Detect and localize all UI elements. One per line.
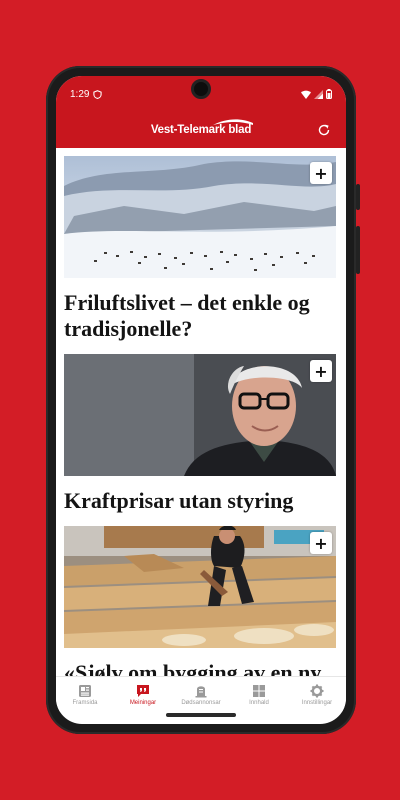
nav-item-dodsannonsar[interactable]: Dødsannonsar bbox=[172, 677, 230, 712]
cell-signal-icon bbox=[314, 89, 323, 99]
status-bar: 1:29 bbox=[56, 76, 346, 112]
volume-button bbox=[356, 184, 360, 210]
snowy-mountain-reindeer-photo bbox=[64, 156, 336, 278]
article-image-carpenter[interactable]: + bbox=[64, 526, 336, 648]
carpenter-timber-workshop-photo bbox=[64, 526, 336, 648]
grid-icon bbox=[253, 684, 265, 697]
nav-item-meiningar[interactable]: Meiningar bbox=[114, 677, 172, 712]
article-headline[interactable]: Kraftprisar utan styring bbox=[64, 488, 336, 514]
logo-swoosh-icon bbox=[213, 119, 254, 125]
article-card[interactable]: + «Sjølv om bygging av en ny bbox=[64, 526, 336, 676]
front-camera bbox=[191, 79, 211, 99]
refresh-button[interactable] bbox=[314, 120, 334, 140]
nav-item-innhald[interactable]: Innhald bbox=[230, 677, 288, 712]
app-logo[interactable]: Vest-Telemark blad bbox=[151, 119, 254, 136]
home-indicator[interactable] bbox=[166, 713, 236, 717]
nav-label: Meiningar bbox=[129, 699, 157, 706]
nav-item-framsida[interactable]: Framsida bbox=[56, 677, 114, 712]
nav-label: Dødsannonsar bbox=[181, 699, 221, 706]
bottom-navigation: Framsida Meiningar Dødsannonsar Innhald … bbox=[56, 676, 346, 712]
article-image-portrait[interactable]: + bbox=[64, 354, 336, 476]
article-headline[interactable]: «Sjølv om bygging av en ny bbox=[64, 660, 336, 676]
add-to-list-button[interactable]: + bbox=[310, 532, 332, 554]
phone-screen: 1:29 Vest-Telemark blad + Friluftslivet … bbox=[56, 76, 346, 724]
article-feed[interactable]: + Friluftslivet – det enkle og tradisjon… bbox=[56, 148, 346, 676]
vpn-shield-icon bbox=[93, 89, 103, 99]
article-card[interactable]: + Friluftslivet – det enkle og tradisjon… bbox=[64, 156, 336, 342]
nav-label: Framsida bbox=[72, 699, 98, 706]
article-headline[interactable]: Friluftslivet – det enkle og tradisjonel… bbox=[64, 290, 336, 342]
portrait-man-glasses-photo bbox=[64, 354, 336, 476]
phone-frame: 1:29 Vest-Telemark blad + Friluftslivet … bbox=[46, 66, 360, 734]
power-button bbox=[356, 226, 360, 274]
newspaper-icon bbox=[79, 684, 91, 697]
article-card[interactable]: + Kraftprisar utan styring bbox=[64, 354, 336, 514]
battery-icon bbox=[326, 89, 332, 99]
wifi-icon bbox=[301, 90, 311, 99]
quote-bubble-icon bbox=[137, 684, 149, 697]
app-header: Vest-Telemark blad bbox=[56, 112, 346, 148]
add-to-list-button[interactable]: + bbox=[310, 360, 332, 382]
gear-icon bbox=[310, 684, 324, 697]
article-image-mountain[interactable]: + bbox=[64, 156, 336, 278]
nav-item-innstillingar[interactable]: Innstillingar bbox=[288, 677, 346, 712]
add-to-list-button[interactable]: + bbox=[310, 162, 332, 184]
status-time: 1:29 bbox=[70, 88, 90, 100]
refresh-icon bbox=[318, 124, 330, 136]
nav-label: Innhald bbox=[249, 699, 269, 706]
nav-label: Innstillingar bbox=[301, 699, 333, 706]
tombstone-icon bbox=[195, 685, 207, 697]
